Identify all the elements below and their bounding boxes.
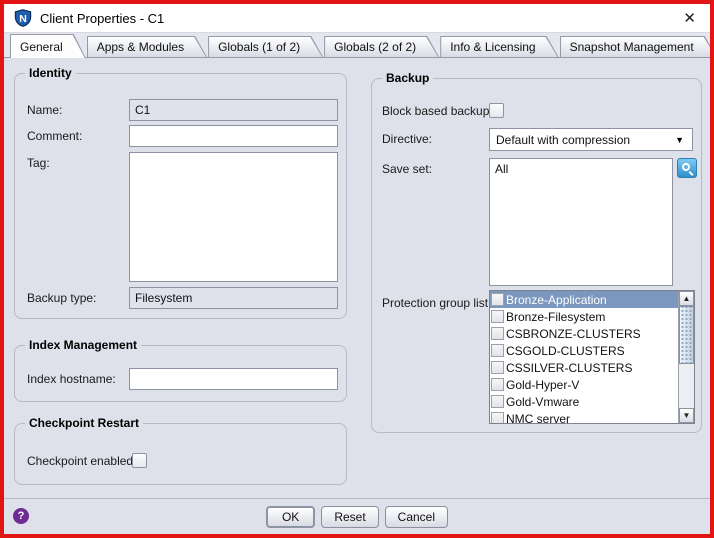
help-icon[interactable]: ? bbox=[13, 508, 29, 524]
tab-label: Globals (1 of 2) bbox=[209, 37, 322, 57]
list-item-label: NMC server bbox=[506, 412, 570, 424]
checkpoint-restart-group: Checkpoint Restart Checkpoint enabled: bbox=[14, 423, 347, 485]
name-label: Name: bbox=[27, 99, 62, 121]
list-item-label: Bronze-Filesystem bbox=[506, 310, 605, 324]
list-item-label: CSSILVER-CLUSTERS bbox=[506, 361, 632, 375]
list-item-label: Gold-Hyper-V bbox=[506, 378, 579, 392]
list-item-label: CSGOLD-CLUSTERS bbox=[506, 344, 625, 358]
backup-group: Backup Block based backup: Directive: De… bbox=[371, 78, 702, 433]
block-based-backup-label: Block based backup: bbox=[382, 100, 493, 122]
scroll-up-icon[interactable]: ▲ bbox=[679, 291, 694, 306]
tab-label: Globals (2 of 2) bbox=[325, 37, 438, 57]
list-item-checkbox[interactable] bbox=[491, 327, 504, 340]
tab[interactable]: Snapshot Management bbox=[560, 36, 714, 57]
tab-strip: General Apps & Modules Globals (1 of 2) … bbox=[4, 33, 710, 58]
title-bar: N Client Properties - C1 ✕ bbox=[4, 4, 710, 33]
index-management-group: Index Management Index hostname: bbox=[14, 345, 347, 402]
vertical-scrollbar[interactable]: ▲ ▼ bbox=[678, 291, 694, 423]
tab[interactable]: Globals (1 of 2) bbox=[208, 36, 323, 57]
tab[interactable]: General bbox=[10, 34, 86, 58]
tab[interactable]: Apps & Modules bbox=[87, 36, 207, 57]
list-item-label: Gold-Vmware bbox=[506, 395, 579, 409]
list-item-checkbox[interactable] bbox=[491, 310, 504, 323]
window-title: Client Properties - C1 bbox=[40, 11, 164, 26]
tab-label: Info & Licensing bbox=[441, 37, 557, 57]
search-icon bbox=[682, 163, 690, 171]
tab[interactable]: Globals (2 of 2) bbox=[324, 36, 439, 57]
comment-field[interactable] bbox=[129, 125, 338, 147]
protection-group-list-label: Protection group list: bbox=[382, 292, 491, 314]
list-item-label: CSBRONZE-CLUSTERS bbox=[506, 327, 641, 341]
checkpoint-enabled-checkbox[interactable] bbox=[132, 453, 147, 468]
save-set-label: Save set: bbox=[382, 158, 432, 180]
list-item-checkbox[interactable] bbox=[491, 293, 504, 306]
search-icon-handle bbox=[689, 171, 694, 176]
identity-group: Identity Name: Comment: Tag: Backup type… bbox=[14, 73, 347, 319]
list-item[interactable]: Gold-Hyper-V bbox=[490, 376, 678, 393]
tab-label: General bbox=[11, 35, 85, 58]
name-field bbox=[129, 99, 338, 121]
tab-label: Apps & Modules bbox=[88, 37, 206, 57]
checkpoint-enabled-label: Checkpoint enabled: bbox=[27, 450, 136, 472]
list-item-checkbox[interactable] bbox=[491, 361, 504, 374]
save-set-field[interactable]: All bbox=[489, 158, 673, 286]
close-icon[interactable]: ✕ bbox=[679, 9, 700, 28]
backup-group-title: Backup bbox=[382, 71, 433, 85]
list-item[interactable]: NMC server bbox=[490, 410, 678, 423]
directive-dropdown[interactable]: Default with compression ▼ bbox=[489, 128, 693, 151]
svg-text:N: N bbox=[19, 13, 27, 25]
networker-shield-icon: N bbox=[14, 9, 32, 27]
index-hostname-field[interactable] bbox=[129, 368, 338, 390]
directive-value: Default with compression bbox=[496, 133, 675, 147]
tab[interactable]: Info & Licensing bbox=[440, 36, 558, 57]
scrollbar-thumb[interactable] bbox=[679, 306, 694, 364]
comment-label: Comment: bbox=[27, 125, 82, 147]
list-item-checkbox[interactable] bbox=[491, 378, 504, 391]
index-management-group-title: Index Management bbox=[25, 338, 141, 352]
list-item-checkbox[interactable] bbox=[491, 344, 504, 357]
list-item[interactable]: CSSILVER-CLUSTERS bbox=[490, 359, 678, 376]
ok-button[interactable]: OK bbox=[266, 506, 315, 528]
protection-group-listbox: Bronze-Application Bronze-Filesystem CSB… bbox=[489, 290, 695, 424]
list-item[interactable]: CSGOLD-CLUSTERS bbox=[490, 342, 678, 359]
tag-label: Tag: bbox=[27, 152, 50, 174]
tab-label: Snapshot Management bbox=[561, 37, 714, 57]
chevron-down-icon: ▼ bbox=[675, 135, 686, 145]
client-properties-dialog: N Client Properties - C1 ✕ General Apps … bbox=[0, 0, 714, 538]
protection-group-rows: Bronze-Application Bronze-Filesystem CSB… bbox=[490, 291, 678, 423]
list-item[interactable]: Bronze-Application bbox=[490, 291, 678, 308]
list-item[interactable]: CSBRONZE-CLUSTERS bbox=[490, 325, 678, 342]
list-item-checkbox[interactable] bbox=[491, 412, 504, 423]
save-set-search-button[interactable] bbox=[677, 158, 697, 178]
identity-group-title: Identity bbox=[25, 66, 76, 80]
block-based-backup-checkbox[interactable] bbox=[489, 103, 504, 118]
reset-button[interactable]: Reset bbox=[321, 506, 378, 528]
checkpoint-restart-group-title: Checkpoint Restart bbox=[25, 416, 143, 430]
directive-label: Directive: bbox=[382, 128, 432, 150]
footer-bar: ? OK Reset Cancel bbox=[4, 498, 710, 534]
backup-type-field bbox=[129, 287, 338, 309]
index-hostname-label: Index hostname: bbox=[27, 368, 116, 390]
backup-type-label: Backup type: bbox=[27, 287, 96, 309]
tag-field[interactable] bbox=[129, 152, 338, 282]
scroll-down-icon[interactable]: ▼ bbox=[679, 408, 694, 423]
cancel-button[interactable]: Cancel bbox=[385, 506, 448, 528]
list-item[interactable]: Gold-Vmware bbox=[490, 393, 678, 410]
list-item[interactable]: Bronze-Filesystem bbox=[490, 308, 678, 325]
list-item-label: Bronze-Application bbox=[506, 293, 607, 307]
list-item-checkbox[interactable] bbox=[491, 395, 504, 408]
